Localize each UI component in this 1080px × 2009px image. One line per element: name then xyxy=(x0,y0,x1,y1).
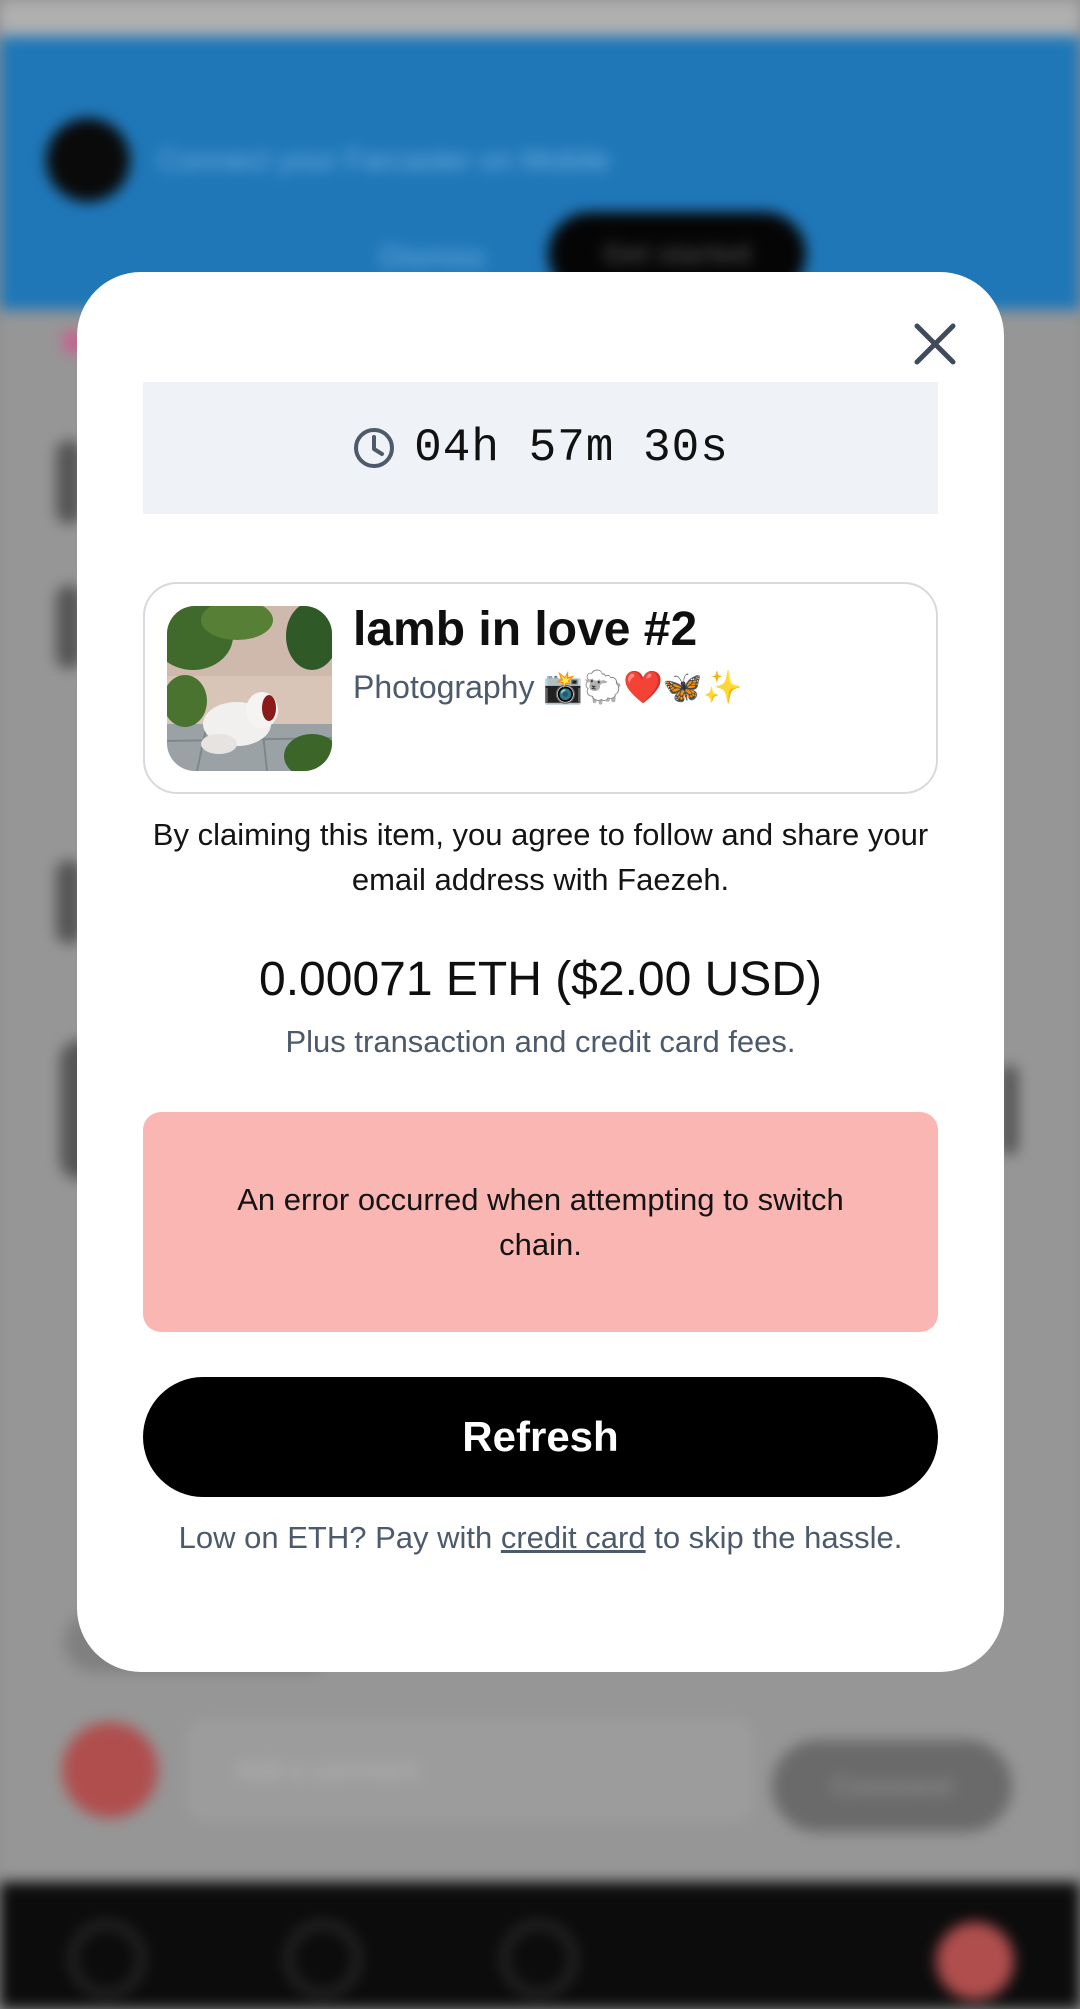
banner-logo xyxy=(46,118,130,202)
composer-avatar xyxy=(62,1722,158,1818)
error-message: An error occurred when attempting to swi… xyxy=(237,1182,844,1262)
clock-icon xyxy=(354,428,395,468)
screen: Connect your Farcaster on Mobile Dismiss… xyxy=(0,0,1080,2009)
price-text: 0.00071 ETH ($2.00 USD) xyxy=(259,953,822,1006)
comment-button[interactable]: Comment xyxy=(772,1740,1012,1832)
close-icon xyxy=(914,323,956,365)
agreement-text: By claiming this item, you agree to foll… xyxy=(152,817,929,897)
footer-text-after: to skip the hassle. xyxy=(645,1520,903,1555)
timer-value: 04h 57m 30s xyxy=(414,422,729,474)
footer-text-before: Low on ETH? Pay with xyxy=(178,1520,501,1555)
refresh-button[interactable]: Refresh xyxy=(143,1377,938,1497)
item-title: lamb in love #2 xyxy=(353,603,698,656)
comment-input[interactable]: Add a comment xyxy=(190,1722,750,1818)
item-card: lamb in love #2 Photography 📸🐑❤️🦋✨ xyxy=(143,582,938,794)
credit-card-link[interactable]: credit card xyxy=(501,1520,646,1555)
home-icon[interactable] xyxy=(70,1922,144,1996)
claim-modal: 04h 57m 30s lamb in love #2 Photography … xyxy=(77,272,1004,1672)
promo-banner: Connect your Farcaster on Mobile Dismiss… xyxy=(0,36,1080,310)
item-thumbnail xyxy=(167,606,332,771)
profile-avatar[interactable] xyxy=(936,1922,1014,2000)
banner-text: Connect your Farcaster on Mobile xyxy=(158,144,610,177)
add-icon[interactable] xyxy=(502,1922,576,1996)
error-alert: An error occurred when attempting to swi… xyxy=(143,1112,938,1332)
close-button[interactable] xyxy=(905,314,965,374)
phone-icon[interactable] xyxy=(286,1922,360,1996)
status-bar xyxy=(0,0,1080,36)
item-subtitle: Photography 📸🐑❤️🦋✨ xyxy=(353,669,743,705)
countdown-timer: 04h 57m 30s xyxy=(143,382,938,514)
footer-note: Low on ETH? Pay with credit card to skip… xyxy=(117,1520,964,1556)
fees-note: Plus transaction and credit card fees. xyxy=(285,1024,796,1059)
banner-dismiss-button[interactable]: Dismiss xyxy=(380,241,485,275)
dollar-icon[interactable] xyxy=(718,1922,792,1996)
